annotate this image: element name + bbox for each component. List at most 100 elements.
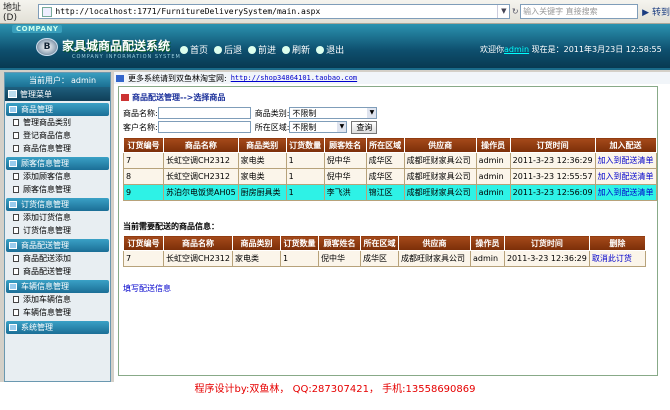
search-form: 商品名称: 商品类别: 不限制 ▼ 客户名称: 所在区域: 不限制 ▼ 查询 <box>123 106 463 134</box>
product-name-label: 商品名称: <box>123 108 158 118</box>
address-input[interactable]: http://localhost:1771/FurnitureDeliveryS… <box>38 4 511 19</box>
group-label: 商品配送管理 <box>21 241 69 250</box>
welcome-user[interactable]: admin <box>504 45 529 54</box>
sidebar-item-product-manage[interactable]: 商品信息管理 <box>5 142 110 155</box>
sidebar-item-register-product[interactable]: 登记商品信息 <box>5 129 110 142</box>
item-label: 商品配送管理 <box>23 267 71 276</box>
sidebar-item-delivery-manage[interactable]: 商品配送管理 <box>5 265 110 278</box>
product-name-input[interactable] <box>157 107 251 119</box>
table-cell: 成都旺财家具公司 <box>403 152 477 169</box>
area-select[interactable]: 不限制 ▼ <box>289 121 348 133</box>
taobao-link[interactable]: http://shop34864101.taobao.com <box>231 74 357 82</box>
action-cell: 取消此订货 <box>588 250 646 267</box>
row-action-link[interactable]: 取消此订货 <box>592 254 632 263</box>
forward-icon <box>248 46 257 54</box>
table-cell: 2011-3-23 12:56:09 <box>509 184 596 201</box>
group-label: 车辆信息管理 <box>21 282 69 291</box>
menu-title: 管理菜单 <box>5 87 110 101</box>
column-header: 加入配送 <box>594 137 657 153</box>
table-cell: 李飞洪 <box>323 184 367 201</box>
sidebar-item-add-delivery[interactable]: 商品配送添加 <box>5 252 110 265</box>
home-button[interactable]: 首页 <box>180 43 208 56</box>
group-label: 系统管理 <box>21 323 53 332</box>
table-cell: 2011-3-23 12:36:29 <box>509 152 596 169</box>
row-action-link[interactable]: 加入到配送清单 <box>598 156 654 165</box>
sidebar-item-product-category[interactable]: 管理商品类别 <box>5 116 110 129</box>
sidebar-item-add-vehicle[interactable]: 添加车辆信息 <box>5 293 110 306</box>
forward-button[interactable]: 前进 <box>248 43 276 56</box>
home-label: 首页 <box>190 46 209 56</box>
app-title: 家具城商品配送系统 <box>62 39 171 53</box>
table-cell: 长虹空调CH2312 <box>163 152 239 169</box>
column-header: 供应商 <box>403 137 477 153</box>
welcome-prefix: 欢迎你 <box>480 45 504 54</box>
item-label: 添加订货信息 <box>23 213 71 222</box>
refresh-icon[interactable]: ↻ <box>510 7 520 16</box>
table-cell: 2011-3-23 12:55:57 <box>509 168 596 185</box>
category-select[interactable]: 不限制 ▼ <box>289 107 378 119</box>
browser-address-bar: 地址(D) http://localhost:1771/FurnitureDel… <box>0 0 670 24</box>
sidebar-item-vehicle-manage[interactable]: 车辆信息管理 <box>5 306 110 319</box>
back-icon <box>214 46 223 54</box>
table-cell: 家电类 <box>237 152 287 169</box>
welcome-text: 欢迎你admin 现在是：2011年3月23日 12:58:55 <box>480 44 662 55</box>
folder-icon <box>9 324 17 331</box>
table-cell: admin <box>475 168 511 185</box>
folder-icon <box>9 201 17 208</box>
logout-button[interactable]: 退出 <box>316 43 344 56</box>
company-badge: COMPANY <box>12 25 63 33</box>
sidebar-group-product[interactable]: 商品管理 <box>6 103 109 116</box>
row-action-link[interactable]: 加入到配送清单 <box>598 172 654 181</box>
folder-icon <box>9 283 17 290</box>
address-dropdown-icon[interactable]: ▼ <box>497 5 509 18</box>
browser-search-input[interactable]: 输入关键字 直接搜索 <box>520 4 639 19</box>
group-label: 订货信息管理 <box>21 200 69 209</box>
column-header: 订货数量 <box>279 235 319 251</box>
table-cell: 厨房厨具类 <box>237 184 287 201</box>
table-cell: 1 <box>285 168 325 185</box>
sidebar-group-vehicle[interactable]: 车辆信息管理 <box>6 280 109 293</box>
page-icon <box>13 309 19 316</box>
address-url[interactable]: http://localhost:1771/FurnitureDeliveryS… <box>55 7 497 16</box>
sidebar-group-delivery[interactable]: 商品配送管理 <box>6 239 109 252</box>
speaker-icon <box>116 74 124 82</box>
customer-name-label: 客户名称: <box>123 122 158 132</box>
sidebar-item-customer-manage[interactable]: 顾客信息管理 <box>5 183 110 196</box>
breadcrumb-text: 商品配送管理-->选择商品 <box>132 93 226 102</box>
chevron-down-icon: ▼ <box>337 122 347 132</box>
table-cell: 成都旺财家具公司 <box>403 184 477 201</box>
sidebar-item-add-order[interactable]: 添加订货信息 <box>5 211 110 224</box>
column-header: 供应商 <box>397 235 471 251</box>
sidebar-item-order-manage[interactable]: 订货信息管理 <box>5 224 110 237</box>
page-icon <box>13 145 19 152</box>
column-header: 商品名称 <box>163 137 239 153</box>
refresh-label: 刷新 <box>292 46 311 56</box>
go-button[interactable]: ▶ 转到 <box>642 5 670 18</box>
back-label: 后退 <box>224 46 243 56</box>
customer-name-input[interactable] <box>157 121 251 133</box>
group-label: 顾客信息管理 <box>21 159 69 168</box>
table-cell: 1 <box>285 184 325 201</box>
back-button[interactable]: 后退 <box>214 43 242 56</box>
sidebar-group-customer[interactable]: 顾客信息管理 <box>6 157 109 170</box>
menu-title-label: 管理菜单 <box>20 89 52 99</box>
page-icon <box>42 6 53 17</box>
content-area: 商品配送管理-->选择商品 商品名称: 商品类别: 不限制 ▼ 客户名称: 所在区… <box>118 86 658 376</box>
table-cell: 长虹空调CH2312 <box>163 250 233 267</box>
fill-delivery-info-link[interactable]: 填写配送信息 <box>123 283 171 294</box>
row-action-link[interactable]: 加入到配送清单 <box>598 188 654 197</box>
delivery-section-title: 当前需要配送的商品信息： <box>123 222 219 231</box>
refresh-button[interactable]: 刷新 <box>282 43 310 56</box>
page-icon <box>13 268 19 275</box>
sidebar-item-add-customer[interactable]: 添加顾客信息 <box>5 170 110 183</box>
refresh-icon <box>282 46 291 54</box>
sidebar-group-order[interactable]: 订货信息管理 <box>6 198 109 211</box>
table-cell: 9 <box>123 184 164 201</box>
table-cell: 苏泊尔电饭煲AH05 <box>163 184 239 201</box>
category-label: 商品类别: <box>254 108 290 118</box>
query-button[interactable]: 查询 <box>351 120 378 134</box>
sidebar-group-system[interactable]: 系统管理 <box>6 321 109 334</box>
table-row: 7 长虹空调CH2312 家电类 1 倪中华 成华区 成都旺财家具公司 admin 2011-3… <box>123 250 646 267</box>
table-row: 8 长虹空调CH2312 家电类 1 倪中华 成华区 成都旺财家具公司 admin 2011-3… <box>123 168 657 185</box>
current-user-name: admin <box>71 75 97 85</box>
